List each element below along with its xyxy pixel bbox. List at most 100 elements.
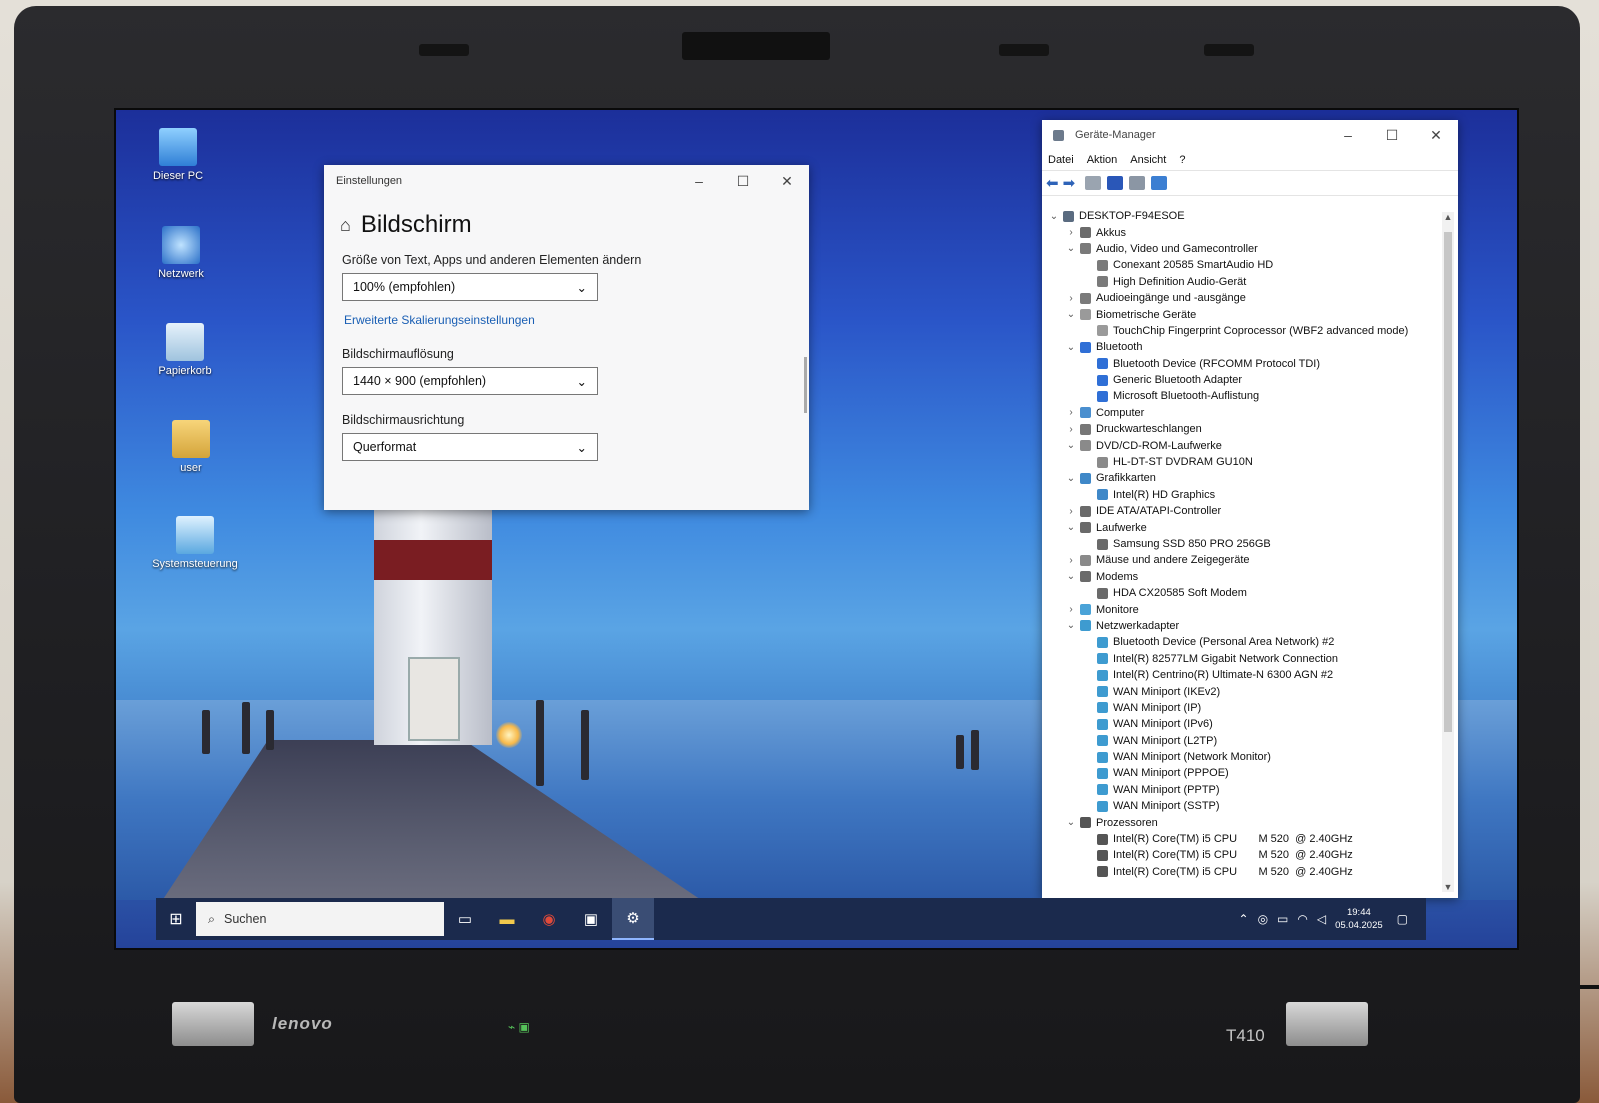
expand-closed-icon[interactable]: › (1065, 424, 1077, 435)
notification-icon[interactable]: ▢ (1397, 912, 1408, 926)
expand-open-icon[interactable]: ⌄ (1065, 473, 1077, 484)
desktop-icon-recycle-bin[interactable]: Papierkorb (140, 323, 230, 377)
device-tree-item[interactable]: Intel(R) Core(TM) i5 CPU M 520 @ 2.40GHz (1042, 847, 1440, 863)
device-tree-item[interactable]: WAN Miniport (IKEv2) (1042, 683, 1440, 699)
device-tree-item[interactable]: ⌄ Laufwerke (1042, 519, 1440, 535)
close-button[interactable]: ✕ (1414, 127, 1458, 144)
scan-hardware-icon[interactable] (1151, 176, 1168, 190)
expand-closed-icon[interactable]: › (1065, 227, 1077, 238)
device-tree-item[interactable]: TouchChip Fingerprint Coprocessor (WBF2 … (1042, 323, 1440, 339)
device-tree-item[interactable]: Generic Bluetooth Adapter (1042, 372, 1440, 388)
device-tree-item[interactable]: › Monitore (1042, 601, 1440, 617)
file-explorer-icon[interactable]: ▬ (486, 898, 528, 940)
properties-icon[interactable] (1085, 176, 1102, 190)
minimize-button[interactable]: – (677, 173, 721, 189)
expand-closed-icon[interactable]: › (1065, 293, 1077, 304)
device-tree-item[interactable]: Intel(R) Centrino(R) Ultimate-N 6300 AGN… (1042, 667, 1440, 683)
device-tree-item[interactable]: ⌄ Netzwerkadapter (1042, 618, 1440, 634)
device-tree-item[interactable]: ⌄ DESKTOP-F94ESOE (1042, 208, 1440, 224)
device-tree-item[interactable]: › Computer (1042, 405, 1440, 421)
expand-open-icon[interactable]: ⌄ (1065, 522, 1077, 533)
device-tree-item[interactable]: › Druckwarteschlangen (1042, 421, 1440, 437)
device-tree-item[interactable]: › Mäuse und andere Zeigegeräte (1042, 552, 1440, 568)
menu-file[interactable]: Datei (1048, 154, 1074, 166)
device-tree-item[interactable]: Conexant 20585 SmartAudio HD (1042, 257, 1440, 273)
device-tree-item[interactable]: Intel(R) Core(TM) i5 CPU M 520 @ 2.40GHz (1042, 864, 1440, 880)
device-tree-item[interactable]: ⌄ Audio, Video und Gamecontroller (1042, 241, 1440, 257)
volume-icon[interactable]: ◁ (1317, 912, 1326, 926)
device-tree-item[interactable]: › Akkus (1042, 224, 1440, 240)
meet-now-icon[interactable]: ◎ (1258, 912, 1268, 926)
desktop-icon-network[interactable]: Netzwerk (136, 226, 226, 280)
device-tree-item[interactable]: WAN Miniport (SSTP) (1042, 798, 1440, 814)
device-tree-item[interactable]: WAN Miniport (IP) (1042, 700, 1440, 716)
settings-titlebar[interactable]: Einstellungen – ☐ ✕ (324, 165, 809, 197)
vertical-scrollbar[interactable]: ▲ ▼ (1442, 212, 1454, 892)
maximize-button[interactable]: ☐ (721, 173, 765, 190)
device-tree-item[interactable]: ⌄ Modems (1042, 569, 1440, 585)
task-view-icon[interactable]: ▭ (444, 898, 486, 940)
help-icon[interactable] (1107, 176, 1124, 190)
device-tree-item[interactable]: ⌄ Prozessoren (1042, 814, 1440, 830)
device-manager-titlebar[interactable]: Geräte-Manager – ☐ ✕ (1042, 120, 1458, 150)
desktop-icon-control-panel[interactable]: Systemsteuerung (150, 516, 240, 570)
menu-action[interactable]: Aktion (1087, 154, 1118, 166)
menu-view[interactable]: Ansicht (1130, 154, 1166, 166)
device-tree-item[interactable]: WAN Miniport (Network Monitor) (1042, 749, 1440, 765)
device-tree-item[interactable]: Samsung SSD 850 PRO 256GB (1042, 536, 1440, 552)
scale-dropdown[interactable]: 100% (empfohlen) ⌄ (342, 273, 598, 301)
back-arrow-icon[interactable]: ⬅ (1046, 174, 1059, 192)
device-tree-item[interactable]: High Definition Audio-Gerät (1042, 274, 1440, 290)
device-tree-item[interactable]: ⌄ Bluetooth (1042, 339, 1440, 355)
menu-help[interactable]: ? (1179, 154, 1185, 166)
search-box[interactable]: ⌕ Suchen (196, 902, 444, 936)
expand-open-icon[interactable]: ⌄ (1065, 342, 1077, 353)
device-tree-item[interactable]: WAN Miniport (L2TP) (1042, 733, 1440, 749)
device-tree-item[interactable]: Intel(R) HD Graphics (1042, 487, 1440, 503)
settings-gear-icon[interactable]: ⚙ (612, 898, 654, 940)
device-tree-item[interactable]: WAN Miniport (PPTP) (1042, 782, 1440, 798)
update-driver-icon[interactable] (1129, 176, 1146, 190)
clock[interactable]: 19:44 05.04.2025 (1335, 906, 1383, 932)
battery-icon[interactable]: ▭ (1277, 912, 1288, 926)
device-tree-item[interactable]: Bluetooth Device (RFCOMM Protocol TDI) (1042, 356, 1440, 372)
minimize-button[interactable]: – (1326, 127, 1370, 143)
device-tree-item[interactable]: ⌄ Biometrische Geräte (1042, 306, 1440, 322)
settings-scroll-indicator[interactable] (804, 357, 807, 413)
orientation-dropdown[interactable]: Querformat ⌄ (342, 433, 598, 461)
wifi-icon[interactable]: ◠ (1297, 912, 1307, 926)
expand-closed-icon[interactable]: › (1065, 407, 1077, 418)
scroll-up-icon[interactable]: ▲ (1442, 212, 1454, 222)
expand-open-icon[interactable]: ⌄ (1065, 309, 1077, 320)
expand-open-icon[interactable]: ⌄ (1065, 571, 1077, 582)
resolution-dropdown[interactable]: 1440 × 900 (empfohlen) ⌄ (342, 367, 598, 395)
expand-open-icon[interactable]: ⌄ (1065, 620, 1077, 631)
device-tree-item[interactable]: Microsoft Bluetooth-Auflistung (1042, 388, 1440, 404)
forward-arrow-icon[interactable]: ➡ (1063, 174, 1076, 192)
expand-open-icon[interactable]: ⌄ (1065, 243, 1077, 254)
start-button[interactable]: ⊞ (156, 909, 196, 929)
device-tree-item[interactable]: WAN Miniport (PPPOE) (1042, 765, 1440, 781)
chevron-up-icon[interactable]: ⌃ (1239, 912, 1249, 926)
scrollbar-thumb[interactable] (1444, 232, 1452, 732)
advanced-scaling-link[interactable]: Erweiterte Skalierungseinstellungen (344, 313, 809, 327)
expand-closed-icon[interactable]: › (1065, 604, 1077, 615)
device-tree-item[interactable]: Bluetooth Device (Personal Area Network)… (1042, 634, 1440, 650)
device-manager-taskbar-icon[interactable]: ▣ (570, 898, 612, 940)
device-tree-item[interactable]: Intel(R) 82577LM Gigabit Network Connect… (1042, 651, 1440, 667)
home-icon[interactable]: ⌂ (340, 215, 351, 236)
device-tree-item[interactable]: ⌄ Grafikkarten (1042, 470, 1440, 486)
device-tree-item[interactable]: HDA CX20585 Soft Modem (1042, 585, 1440, 601)
maximize-button[interactable]: ☐ (1370, 127, 1414, 144)
expand-closed-icon[interactable]: › (1065, 555, 1077, 566)
expand-open-icon[interactable]: ⌄ (1065, 440, 1077, 451)
device-tree-item[interactable]: Intel(R) Core(TM) i5 CPU M 520 @ 2.40GHz (1042, 831, 1440, 847)
desktop-icon-user[interactable]: user (146, 420, 236, 474)
expand-closed-icon[interactable]: › (1065, 506, 1077, 517)
scroll-down-icon[interactable]: ▼ (1442, 882, 1454, 892)
close-button[interactable]: ✕ (765, 173, 809, 190)
device-tree-item[interactable]: › Audioeingänge und -ausgänge (1042, 290, 1440, 306)
device-tree-item[interactable]: WAN Miniport (IPv6) (1042, 716, 1440, 732)
device-tree-item[interactable]: › IDE ATA/ATAPI-Controller (1042, 503, 1440, 519)
desktop-icon-this-pc[interactable]: Dieser PC (133, 128, 223, 182)
